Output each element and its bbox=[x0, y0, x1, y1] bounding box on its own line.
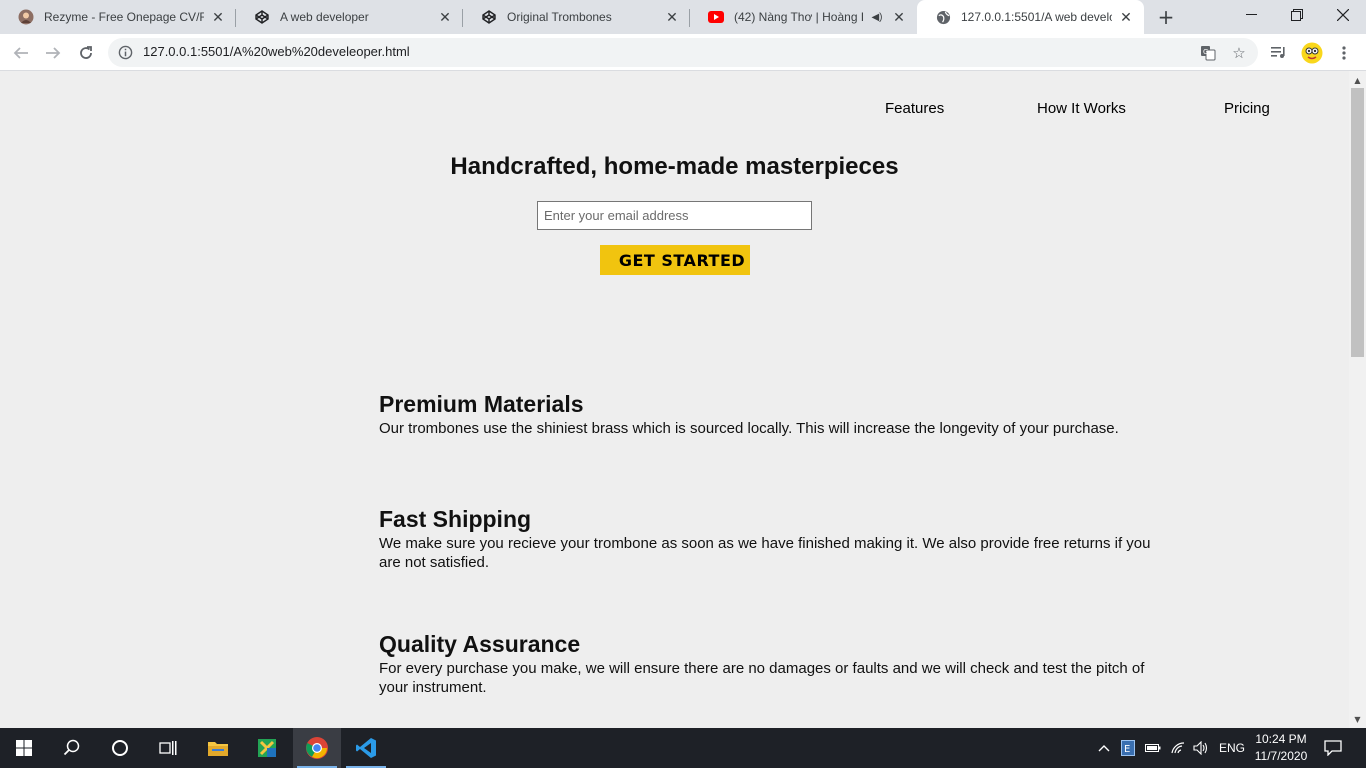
wifi-icon[interactable] bbox=[1170, 728, 1186, 768]
svg-text:G: G bbox=[1203, 48, 1208, 56]
tab-title: A web developer bbox=[280, 10, 369, 24]
feature-text: We make sure you recieve your trombone a… bbox=[379, 535, 1151, 571]
nav-link-pricing[interactable]: Pricing bbox=[1224, 100, 1270, 117]
nav-link-how-it-works[interactable]: How It Works bbox=[1037, 100, 1126, 117]
browser-tab-strip: Rezyme - Free Onepage CV/Re ✕ A web deve… bbox=[0, 0, 1366, 34]
address-bar[interactable]: 127.0.0.1:5501/A%20web%20develeoper.html… bbox=[108, 38, 1258, 67]
globe-icon bbox=[935, 9, 951, 25]
close-icon[interactable]: ✕ bbox=[1118, 9, 1134, 25]
tab-web-developer[interactable]: A web developer ✕ bbox=[236, 0, 463, 34]
restore-button[interactable] bbox=[1274, 0, 1320, 30]
browser-toolbar: 127.0.0.1:5501/A%20web%20develeoper.html… bbox=[0, 34, 1366, 71]
tab-localhost[interactable]: 127.0.0.1:5501/A web develop ✕ bbox=[917, 0, 1144, 34]
nav-link-features[interactable]: Features bbox=[885, 100, 944, 117]
battery-icon[interactable] bbox=[1145, 728, 1161, 768]
clock-date: 11/7/2020 bbox=[1254, 749, 1308, 763]
avatar-icon bbox=[18, 9, 34, 25]
new-tab-button[interactable]: + bbox=[1154, 5, 1178, 29]
media-control-icon[interactable] bbox=[1267, 41, 1291, 65]
file-explorer-icon[interactable] bbox=[194, 728, 242, 768]
feature-title: Fast Shipping bbox=[379, 506, 532, 532]
scrollbar-thumb[interactable] bbox=[1351, 88, 1364, 357]
tab-title: Original Trombones bbox=[507, 10, 612, 24]
get-started-button[interactable]: GET STARTED bbox=[600, 245, 750, 275]
vscode-taskbar-icon[interactable] bbox=[342, 728, 390, 768]
close-icon[interactable]: ✕ bbox=[664, 9, 680, 25]
language-indicator[interactable]: ENG bbox=[1219, 728, 1245, 768]
minimize-button[interactable] bbox=[1228, 0, 1274, 30]
windows-taskbar: E ENG 10:24 PM 11/7/2020 bbox=[0, 728, 1366, 768]
star-icon[interactable]: ☆ bbox=[1229, 43, 1249, 63]
tab-title: 127.0.0.1:5501/A web develop bbox=[961, 10, 1112, 24]
vertical-scrollbar[interactable]: ▲ ▼ bbox=[1349, 71, 1366, 728]
codepen-icon bbox=[481, 9, 497, 25]
feature-quality-assurance: Quality Assurance For every purchase you… bbox=[379, 631, 1179, 697]
feature-title: Quality Assurance bbox=[379, 631, 581, 657]
task-view-icon[interactable] bbox=[144, 728, 192, 768]
email-input[interactable] bbox=[537, 201, 812, 230]
youtube-icon bbox=[708, 9, 724, 25]
tab-title: (42) Nàng Thơ | Hoàng Dũ bbox=[734, 10, 863, 24]
translate-icon[interactable]: G bbox=[1198, 43, 1218, 63]
codepen-icon bbox=[254, 9, 270, 25]
notifications-icon[interactable] bbox=[1324, 728, 1342, 768]
tab-rezyme[interactable]: Rezyme - Free Onepage CV/Re ✕ bbox=[0, 0, 236, 34]
feature-title: Premium Materials bbox=[379, 391, 584, 417]
close-icon[interactable]: ✕ bbox=[210, 9, 226, 25]
toolbox-app-icon[interactable] bbox=[243, 728, 291, 768]
close-icon[interactable]: ✕ bbox=[437, 9, 453, 25]
menu-icon[interactable] bbox=[1332, 41, 1356, 65]
feature-fast-shipping: Fast Shipping We make sure you recieve y… bbox=[379, 506, 1179, 572]
start-button[interactable] bbox=[0, 728, 48, 768]
tray-app-icon[interactable]: E bbox=[1121, 728, 1135, 768]
tab-title: Rezyme - Free Onepage CV/Re bbox=[44, 10, 204, 24]
page-viewport: Features How It Works Pricing Handcrafte… bbox=[0, 71, 1349, 728]
chrome-taskbar-icon[interactable] bbox=[293, 728, 341, 768]
hero-title: Handcrafted, home-made masterpieces bbox=[450, 153, 899, 180]
back-button[interactable] bbox=[8, 40, 34, 66]
feature-text: Our trombones use the shiniest brass whi… bbox=[379, 420, 1119, 437]
clock-time: 10:24 PM bbox=[1255, 732, 1307, 746]
tab-original-trombones[interactable]: Original Trombones ✕ bbox=[463, 0, 690, 34]
svg-text:E: E bbox=[1124, 744, 1130, 755]
info-icon[interactable] bbox=[118, 45, 133, 60]
scroll-up-arrow-icon[interactable]: ▲ bbox=[1349, 73, 1366, 87]
volume-icon[interactable] bbox=[1193, 728, 1209, 768]
profile-avatar[interactable] bbox=[1300, 41, 1324, 65]
forward-button[interactable] bbox=[40, 40, 66, 66]
cortana-icon[interactable] bbox=[96, 728, 144, 768]
system-clock[interactable]: 10:24 PM 11/7/2020 bbox=[1248, 731, 1314, 765]
feature-text: For every purchase you make, we will ens… bbox=[379, 660, 1145, 696]
tab-youtube[interactable]: (42) Nàng Thơ | Hoàng Dũ ◀) ✕ bbox=[690, 0, 917, 34]
show-hidden-icons-icon[interactable] bbox=[1098, 728, 1110, 768]
url-text[interactable]: 127.0.0.1:5501/A%20web%20develeoper.html bbox=[143, 44, 410, 59]
speaker-icon[interactable]: ◀) bbox=[869, 9, 885, 25]
search-icon[interactable] bbox=[48, 728, 96, 768]
close-window-button[interactable] bbox=[1320, 0, 1366, 30]
feature-premium-materials: Premium Materials Our trombones use the … bbox=[379, 391, 1179, 438]
scroll-down-arrow-icon[interactable]: ▼ bbox=[1349, 712, 1366, 726]
close-icon[interactable]: ✕ bbox=[891, 9, 907, 25]
reload-button[interactable] bbox=[73, 40, 99, 66]
